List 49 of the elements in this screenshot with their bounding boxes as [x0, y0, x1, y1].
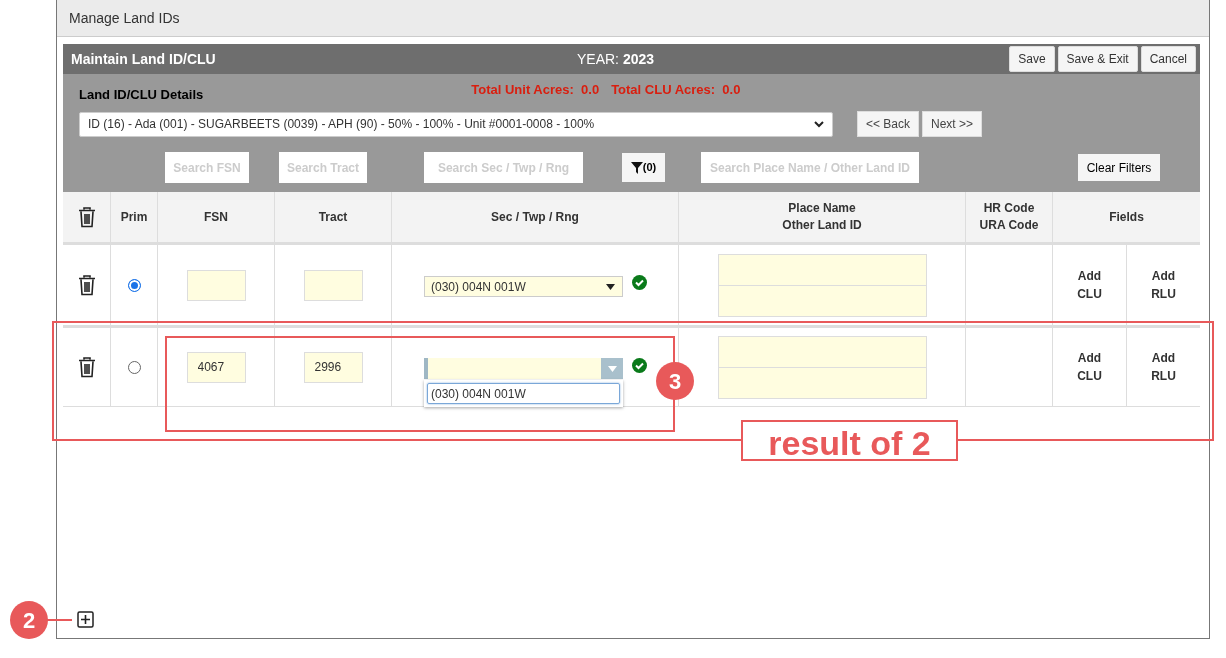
column-header: Tract — [318, 208, 348, 226]
column-header: Fields — [1109, 208, 1144, 226]
trash-icon[interactable] — [77, 206, 96, 228]
place-name-field[interactable] — [717, 335, 927, 368]
nav-button[interactable]: Next >> — [922, 111, 983, 137]
dropdown-option[interactable]: (030) 004N 001W — [427, 383, 620, 404]
tract-field[interactable]: 2996 — [303, 351, 363, 383]
fsn-field[interactable]: 4067 — [186, 351, 246, 383]
details-title: Land ID/CLU Details — [79, 86, 204, 104]
header-button[interactable]: Save — [1009, 46, 1055, 72]
nav-button[interactable]: << Back — [857, 111, 920, 137]
trash-icon[interactable] — [77, 356, 96, 378]
unit-select[interactable]: ID (16) - Ada (001) - SUGARBEETS (0039) - APH (90) - 50% - 100% - Unit #0001-0008 - 100% — [79, 111, 833, 137]
filter-button[interactable]: (0) — [622, 153, 665, 182]
column-header: Sec / Twp / Rng — [491, 208, 579, 226]
add-box-icon[interactable] — [77, 611, 94, 628]
primary-radio[interactable] — [127, 278, 141, 292]
acres-total: Total Unit Acres: 0.0 — [471, 81, 600, 99]
dialog-title: Manage Land IDs — [69, 8, 180, 28]
step-badge: 2 — [10, 601, 48, 639]
annotation-caption: result of 2 — [741, 420, 958, 461]
fsn-field[interactable] — [186, 269, 246, 301]
tract-field[interactable] — [303, 269, 363, 301]
sec-twp-rng-combobox[interactable] — [424, 358, 623, 379]
clear-filters-button[interactable]: Clear Filters — [1078, 154, 1160, 181]
chevron-down-icon — [814, 120, 824, 128]
leader-line — [46, 619, 72, 621]
other-land-id-field[interactable] — [717, 367, 927, 399]
column-header: Prim — [120, 208, 148, 226]
column-header: HR Code URA Code — [979, 200, 1039, 234]
add-link[interactable]: Add CLU — [1077, 267, 1102, 303]
caret-down-icon — [606, 283, 615, 290]
acres-total: Total CLU Acres: 0.0 — [611, 81, 741, 99]
header-button[interactable]: Cancel — [1140, 46, 1196, 72]
add-link[interactable]: Add RLU — [1151, 267, 1176, 303]
sec-twp-rng-combobox[interactable]: (030) 004N 001W — [424, 276, 623, 297]
header-button[interactable]: Save & Exit — [1057, 46, 1138, 72]
column-header: Place Name Other Land ID — [782, 200, 862, 234]
other-land-id-field[interactable] — [717, 285, 927, 317]
primary-radio[interactable] — [127, 360, 141, 374]
year-label: YEAR: 2023 — [577, 49, 655, 69]
place-name-field[interactable] — [717, 253, 927, 286]
trash-icon[interactable] — [77, 274, 96, 296]
add-link[interactable]: Add RLU — [1151, 349, 1176, 385]
funnel-icon — [630, 161, 643, 174]
column-header: FSN — [204, 208, 228, 226]
add-link[interactable]: Add CLU — [1077, 349, 1102, 385]
section-title: Maintain Land ID/CLU — [71, 49, 216, 69]
caret-down-icon — [607, 365, 617, 372]
